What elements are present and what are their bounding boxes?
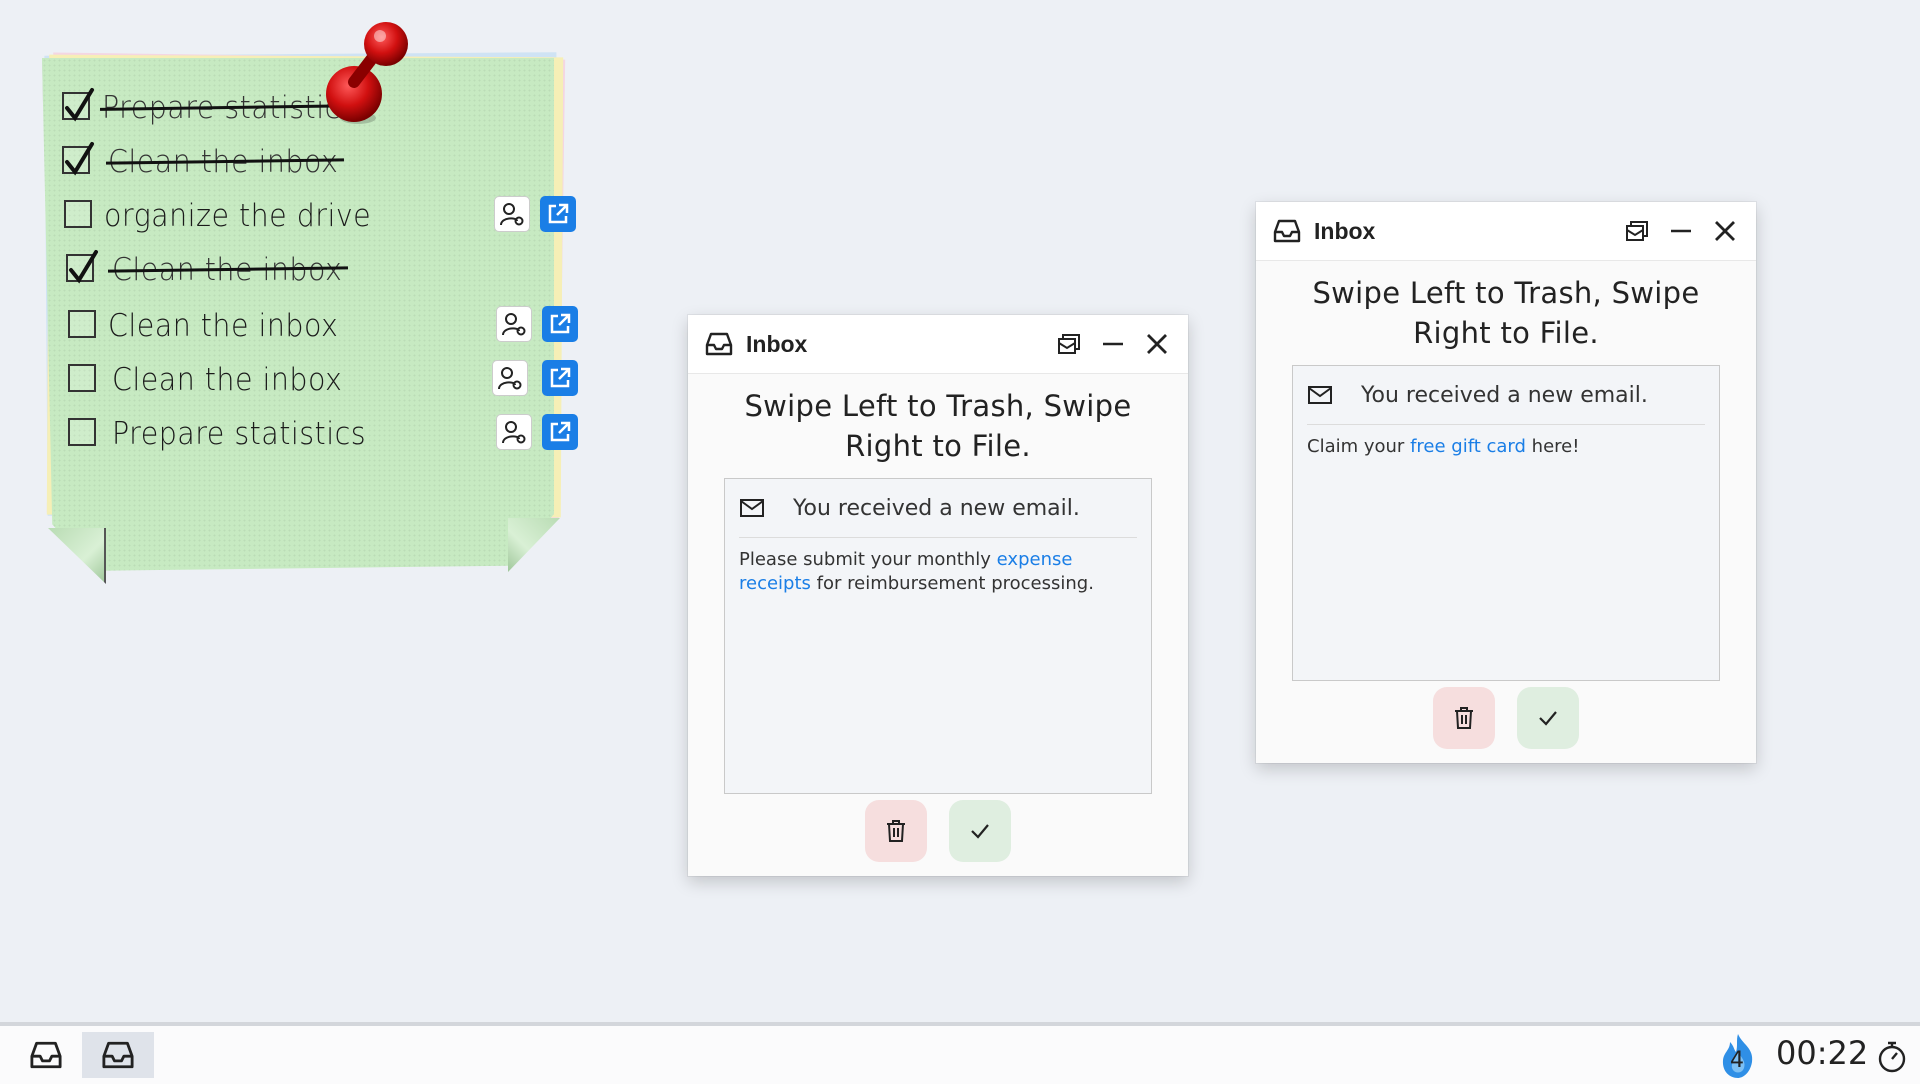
minimize-button[interactable]	[1664, 214, 1698, 248]
inbox-icon	[705, 332, 733, 356]
todo-item: Prepare statistics	[62, 412, 578, 456]
todo-label: Prepare statistics	[112, 416, 367, 452]
user-settings-icon	[500, 203, 524, 226]
check-icon	[69, 250, 98, 284]
check-icon	[65, 88, 94, 122]
file-button[interactable]	[1517, 687, 1579, 749]
open-link-button[interactable]	[540, 196, 576, 232]
restore-icon	[1626, 221, 1648, 241]
trash-button[interactable]	[865, 800, 927, 862]
email-card[interactable]: You received a new email. Claim your fre…	[1292, 365, 1720, 681]
taskbar-app-inbox[interactable]	[82, 1032, 154, 1078]
restore-button[interactable]	[1052, 327, 1086, 361]
todo-label: Clean the inbox	[112, 362, 343, 398]
inbox-icon	[102, 1041, 134, 1069]
todo-item: Clean the inbox	[62, 248, 542, 292]
todo-checkbox[interactable]	[68, 310, 96, 338]
email-text: Claim your	[1307, 436, 1411, 457]
email-body: Please submit your monthly expense recei…	[739, 538, 1137, 596]
todo-item: organize the drive	[62, 194, 576, 238]
minimize-icon	[1103, 342, 1123, 346]
note-curl	[508, 518, 560, 572]
email-subject: You received a new email.	[1361, 382, 1648, 408]
window-titlebar[interactable]: Inbox	[688, 315, 1188, 374]
inbox-window: Inbox Swipe Left to Trash, Swipe Right t…	[1256, 202, 1756, 763]
todo-item: Clean the inbox	[62, 140, 542, 184]
trash-icon	[1455, 707, 1473, 729]
assign-user-button[interactable]	[492, 360, 528, 396]
todo-label: organize the drive	[104, 198, 372, 234]
window-title: Inbox	[1314, 217, 1376, 244]
user-settings-icon	[502, 421, 526, 444]
todo-checkbox[interactable]	[62, 142, 94, 176]
email-text: for reimbursement processing.	[810, 573, 1094, 594]
taskbar-app-inbox[interactable]	[10, 1032, 82, 1078]
external-link-icon	[550, 367, 571, 388]
email-card[interactable]: You received a new email. Please submit …	[724, 478, 1152, 794]
note-curl	[48, 528, 106, 584]
email-subject: You received a new email.	[793, 495, 1080, 521]
todo-label: Clean the inbox	[108, 308, 339, 344]
external-link-icon	[550, 313, 571, 334]
window-titlebar[interactable]: Inbox	[1256, 202, 1756, 261]
envelope-icon	[1308, 386, 1332, 404]
user-settings-icon	[502, 313, 526, 336]
inbox-icon	[30, 1041, 62, 1069]
restore-button[interactable]	[1620, 214, 1654, 248]
todo-checkbox[interactable]	[66, 250, 98, 284]
assign-user-button[interactable]	[496, 414, 532, 450]
checkmark-icon	[971, 824, 989, 839]
todo-checkbox[interactable]	[64, 200, 92, 228]
pushpin-icon	[326, 22, 408, 124]
check-icon	[65, 142, 94, 176]
window-title: Inbox	[746, 330, 808, 357]
taskbar: 4 00:22	[0, 1022, 1920, 1084]
minimize-button[interactable]	[1096, 327, 1130, 361]
user-settings-icon	[498, 367, 522, 390]
open-link-button[interactable]	[542, 306, 578, 342]
close-icon	[1147, 334, 1167, 354]
email-link[interactable]: free gift card	[1410, 436, 1526, 457]
open-link-button[interactable]	[542, 414, 578, 450]
envelope-icon	[740, 499, 764, 517]
assign-user-button[interactable]	[496, 306, 532, 342]
todo-item: Prepare statistics	[62, 86, 542, 130]
inbox-window: Inbox Swipe Left to Trash, Swipe Right t…	[688, 315, 1188, 876]
todo-checkbox[interactable]	[68, 418, 96, 446]
inbox-icon	[1273, 219, 1301, 243]
timer-display: 00:22	[1776, 1034, 1869, 1072]
checkmark-icon	[1539, 711, 1557, 726]
file-button[interactable]	[949, 800, 1011, 862]
todo-checkbox[interactable]	[62, 88, 94, 122]
todo-item: Clean the inbox	[62, 358, 578, 402]
trash-icon	[887, 820, 905, 842]
todo-checkbox[interactable]	[68, 364, 96, 392]
trash-button[interactable]	[1433, 687, 1495, 749]
close-button[interactable]	[1708, 214, 1742, 248]
close-button[interactable]	[1140, 327, 1174, 361]
close-icon	[1715, 221, 1735, 241]
streak-count: 4	[1730, 1048, 1744, 1073]
external-link-icon	[550, 421, 571, 442]
assign-user-button[interactable]	[494, 196, 530, 232]
swipe-instructions: Swipe Left to Trash, Swipe Right to File…	[1312, 276, 1700, 350]
email-body: Claim your free gift card here!	[1307, 425, 1705, 459]
external-link-icon	[548, 203, 569, 224]
stopwatch-icon[interactable]	[1876, 1040, 1908, 1074]
minimize-icon	[1671, 229, 1691, 233]
open-link-button[interactable]	[542, 360, 578, 396]
email-text: here!	[1525, 436, 1580, 457]
todo-item: Clean the inbox	[62, 304, 578, 348]
sticky-note: Prepare statistics Clean the inbox organ…	[38, 22, 578, 588]
swipe-instructions: Swipe Left to Trash, Swipe Right to File…	[744, 389, 1132, 463]
email-text: Please submit your monthly	[739, 549, 997, 570]
restore-icon	[1058, 334, 1080, 354]
